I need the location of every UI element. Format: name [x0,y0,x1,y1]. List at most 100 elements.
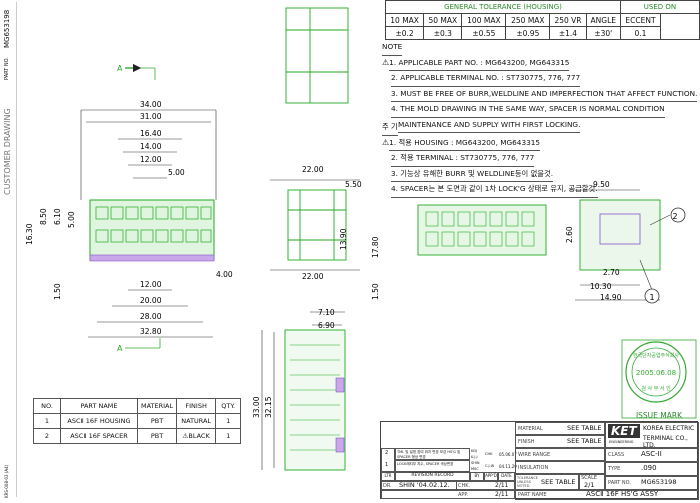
rev-text: LOCK래치부 치수, SPACER 색상변경 [395,460,470,472]
section-a-top: A [117,64,123,73]
parts-header: PART NAME [60,398,138,414]
rev-appd-label: APP'D [484,472,498,481]
section-line-bottom [125,338,161,349]
company-name-2: TERMINAL CO., LTD. [643,435,688,449]
class-value: ASC-II [641,450,662,458]
revision-record-label: REVISION RECORD [395,472,470,481]
dr-label: DR. [383,483,392,489]
dim-text: 2.60 [565,226,574,243]
finish-value: SEE TABLE [567,437,602,445]
rev-ltr: 2 [385,450,389,456]
rev-text: TML 및 설명 참여 위치 변경 보강 HS'G 및 SPACER 형상 변경 [395,448,470,460]
rev-app: C.J.W [485,464,495,468]
dim-text: 22.00 [302,165,324,174]
rev-date-label: DATE [498,472,515,481]
tolerance-value: SEE TABLE [541,478,576,486]
dim-text: 13.90 [339,228,348,250]
dim-text: 31.00 [140,112,162,121]
dim-text: 16.40 [140,129,162,138]
dim-text: 10.30 [590,282,612,291]
parts-cell: PBT [136,413,178,429]
dim-text: 20.00 [140,296,162,305]
parts-cell: NATURAL [176,413,217,429]
rev-by-label: BY [470,472,484,481]
dim-text: 16.30 [25,223,34,245]
section-a-bottom: A [117,344,123,353]
app-value: 2/11 [495,491,509,498]
partno-label: PART NO. [608,480,631,486]
rev-chk: MSC [471,467,479,471]
insulation-label: INSULATION [518,465,549,471]
dim-text: 5.00 [168,168,185,177]
type-label: TYPE [608,466,621,472]
top-view [285,7,349,104]
dim-text: 4.00 [216,270,233,279]
parts-header: MATERIAL [136,398,178,414]
company-logo: KET [608,424,640,438]
parts-cell: ASCⅡ 16F HOUSING [60,413,138,429]
scale-value: 2/1 [584,481,595,489]
dim-text: 1.50 [53,283,62,300]
stamp-line: 한국단자공업주식회사 [633,352,679,359]
parts-list-table: NO. PART NAME MATERIAL FINISH QTY. 1 ASC… [33,398,242,444]
parts-cell: ASCⅡ 16F SPACER [60,428,138,444]
callout-number: 2 [672,212,677,221]
type-value: .090 [641,464,657,472]
tolerance-label: TOLERANCE UNLESS NOTED [517,476,539,488]
parts-header: NO. [33,398,61,414]
title-block: TML 및 설명 참여 위치 변경 보강 HS'G 및 SPACER 형상 변경… [380,421,699,500]
parts-cell: 1 [215,413,242,429]
side-view [270,179,360,271]
dim-text: 9.50 [593,180,610,189]
material-label: MATERIAL [518,426,543,432]
table-row: 2 ASCⅡ 16F SPACER PBT ⚠BLACK 1 [33,428,242,444]
dim-text: 32.15 [264,396,273,418]
rev-ltr-label: LTR [381,472,395,481]
company-logo-sub: ENGINEERING [609,440,634,444]
dim-text: 7.10 [318,308,335,317]
finish-label: FINISH [518,439,535,445]
bottom-view [261,311,346,471]
material-value: SEE TABLE [567,424,602,432]
dr-value: SHIN '04.02.12. [399,481,450,489]
dim-text: 1.50 [371,283,380,300]
dim-text: 22.00 [302,272,324,281]
dim-text: 14.00 [140,142,162,151]
dim-text: 5.50 [345,180,362,189]
app-label: APP. [458,492,469,498]
partno-value: MG653198 [641,478,677,486]
rev-app: CHK [485,452,493,456]
dim-text: 17.80 [371,236,380,258]
dim-text: 8.50 [39,208,48,225]
parts-header: QTY. [215,398,242,414]
detail-front-view [417,204,547,256]
chk-value: 2/11 [495,482,509,489]
dim-text: 14.90 [600,293,622,302]
rev-ltr: 1 [385,462,389,468]
parts-cell: 1 [215,428,242,444]
dim-text: 34.00 [140,100,162,109]
dim-text: 6.10 [53,208,62,225]
dim-text: 5.00 [67,211,76,228]
rev-chk: K.J.J [471,455,478,459]
parts-cell: PBT [136,428,178,444]
dim-text: 33.00 [252,396,261,418]
rev-by: SHIN [471,461,480,465]
table-row: 1 ASCⅡ 16F HOUSING PBT NATURAL 1 [33,413,242,429]
parts-cell: 1 [33,413,61,429]
inspection-stamp: 한국단자공업주식회사 2005.06.08 검 사 부 서 인 [625,341,687,403]
rev-by: KDJ [471,449,478,453]
dim-text: 6.90 [318,321,335,330]
stamp-line: 2005.06.08 [636,369,676,377]
dim-text: 28.00 [140,312,162,321]
parts-cell: 2 [33,428,61,444]
front-view [89,199,215,262]
parts-cell: ⚠BLACK [176,428,217,444]
detail-side-view [570,189,671,301]
chk-label: CHK. [458,483,471,489]
dim-text: 12.00 [140,155,162,164]
part-name-value: ASCⅡ 16F HS'G ASSY [586,490,659,498]
part-name-label: PART NAME [518,492,547,498]
stamp-line: 검 사 부 서 인 [641,385,671,392]
dim-text: 12.00 [140,280,162,289]
